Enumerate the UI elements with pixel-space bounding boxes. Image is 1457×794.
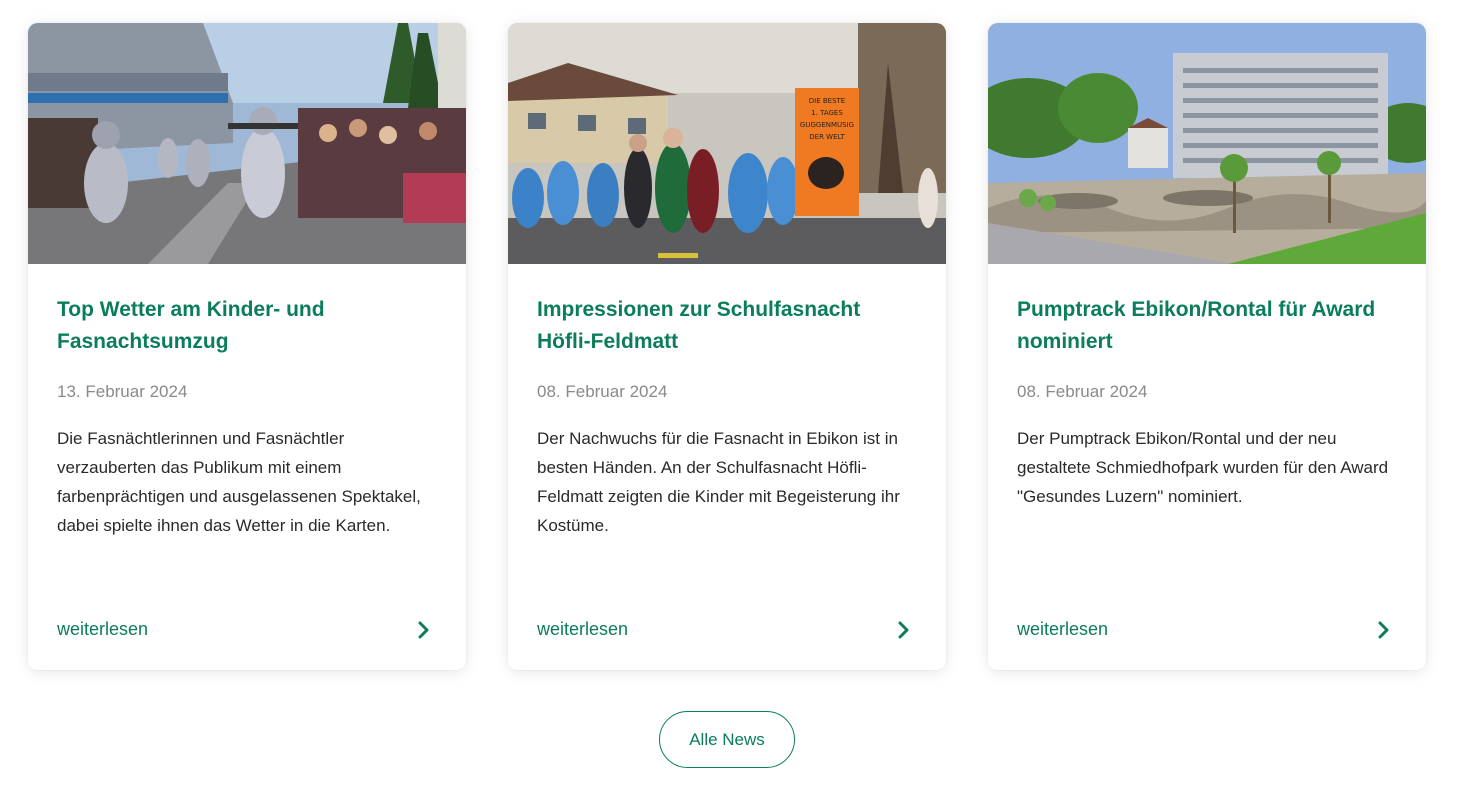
news-card-image[interactable]: DIE BESTE 1. TAGES GUGGENMUSIG DER WELT (508, 23, 946, 264)
read-more-link[interactable]: weiterlesen (537, 619, 910, 640)
banner-text: 1. TAGES (811, 109, 843, 117)
school-carnival-photo: DIE BESTE 1. TAGES GUGGENMUSIG DER WELT (508, 23, 946, 264)
news-card-title[interactable]: Impressionen zur Schulfasnacht Höfli-Fel… (537, 294, 917, 358)
chevron-right-icon (1378, 621, 1390, 639)
chevron-right-icon (898, 621, 910, 639)
news-card-image[interactable] (988, 23, 1426, 264)
banner-text: DER WELT (809, 133, 845, 141)
news-card-date: 13. Februar 2024 (57, 382, 188, 401)
read-more-link[interactable]: weiterlesen (1017, 619, 1390, 640)
news-card-text: Der Pumptrack Ebikon/Rontal und der neu … (1017, 429, 1389, 506)
read-more-label: weiterlesen (57, 619, 149, 639)
news-card-title[interactable]: Top Wetter am Kinder- und Fasnachtsumzug (57, 294, 437, 358)
all-news-button[interactable]: Alle News (659, 711, 795, 768)
news-card[interactable]: DIE BESTE 1. TAGES GUGGENMUSIG DER WELT … (508, 23, 946, 670)
news-card-text: Der Nachwuchs für die Fasnacht in Ebikon… (537, 429, 900, 535)
news-card[interactable]: Pumptrack Ebikon/Rontal für Award nomini… (988, 23, 1426, 670)
news-card-text: Die Fasnächtlerinnen und Fasnächtler ver… (57, 429, 421, 535)
chevron-right-icon (418, 621, 430, 639)
banner-text: DIE BESTE (809, 97, 845, 105)
news-card-list: Top Wetter am Kinder- und Fasnachtsumzug… (28, 23, 1426, 670)
news-card[interactable]: Top Wetter am Kinder- und Fasnachtsumzug… (28, 23, 466, 670)
news-card-image[interactable] (28, 23, 466, 264)
read-more-link[interactable]: weiterlesen (57, 619, 430, 640)
read-more-label: weiterlesen (1017, 619, 1109, 639)
news-card-date: 08. Februar 2024 (1017, 382, 1148, 401)
carnival-parade-photo (28, 23, 466, 264)
news-card-date: 08. Februar 2024 (537, 382, 668, 401)
news-card-title[interactable]: Pumptrack Ebikon/Rontal für Award nomini… (1017, 294, 1397, 358)
banner-text: GUGGENMUSIG (800, 121, 854, 129)
read-more-label: weiterlesen (537, 619, 629, 639)
pumptrack-park-photo (988, 23, 1426, 264)
